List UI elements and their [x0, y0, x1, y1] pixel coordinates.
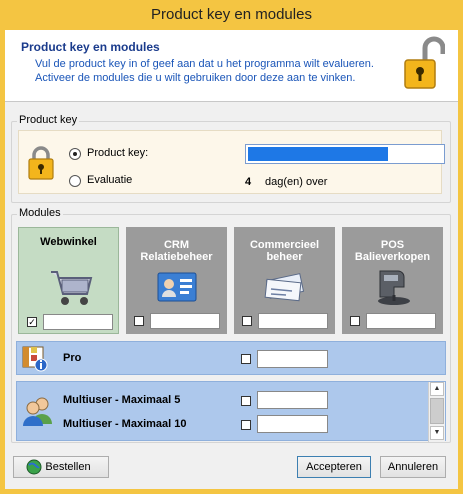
- product-key-radio-label: Product key:: [87, 147, 149, 159]
- multiuser-5-label: Multiuser - Maximaal 5: [63, 394, 181, 406]
- dialog-window: Product key en modules Product key en mo…: [0, 0, 463, 494]
- cheque-icon: [264, 273, 305, 302]
- evaluation-days-suffix: dag(en) over: [265, 176, 328, 188]
- module-checkbox-webwinkel[interactable]: ✓: [27, 317, 37, 327]
- header-description-line1: Vul de product key in of geef aan dat u …: [35, 58, 374, 70]
- module-tile-label-line1: CRM: [163, 239, 190, 251]
- multiuser-10-checkbox[interactable]: [241, 420, 251, 430]
- product-key-group-label: Product key: [17, 114, 80, 126]
- module-tile-pos[interactable]: POS Balieverkopen: [342, 227, 443, 334]
- shopping-cart-icon: [51, 271, 93, 305]
- product-key-radio[interactable]: [69, 148, 81, 160]
- scroll-thumb[interactable]: [430, 398, 444, 424]
- module-checkbox-pro[interactable]: [241, 354, 251, 364]
- module-code-input-commercieel[interactable]: [258, 313, 328, 329]
- multiuser-10-code-input[interactable]: [257, 415, 328, 433]
- order-button-label: Bestellen: [45, 461, 91, 473]
- evaluation-radio-label: Evaluatie: [87, 174, 133, 186]
- window-title: Product key en modules: [0, 0, 463, 30]
- module-code-input-pos[interactable]: [366, 313, 436, 329]
- header-title: Product key en modules: [21, 40, 160, 54]
- product-key-panel: Product key: Evaluatie 4 dag(en) over: [18, 130, 445, 194]
- contact-card-icon: [157, 272, 197, 302]
- padlock-open-icon: [404, 36, 445, 89]
- multiuser-scrollbar[interactable]: ▲ ▼: [428, 382, 445, 442]
- multiuser-5-code-input[interactable]: [257, 391, 328, 409]
- module-tile-label: POS Balieverkopen: [342, 239, 443, 263]
- module-tile-label: Commercieel beheer: [234, 239, 335, 263]
- module-tile-label: Webwinkel: [40, 236, 97, 248]
- multiuser-5-checkbox[interactable]: [241, 396, 251, 406]
- multiuser-10-label: Multiuser - Maximaal 10: [63, 418, 187, 430]
- grid-info-icon: [22, 346, 48, 372]
- evaluation-days-count: 4: [245, 176, 252, 188]
- product-key-group: Product key Product key: Evaluatie 4 dag…: [11, 114, 451, 203]
- module-code-input-webwinkel[interactable]: [43, 314, 113, 330]
- module-row-pro[interactable]: Pro: [16, 341, 446, 375]
- module-tile-label-line2: Relatiebeheer: [140, 251, 213, 263]
- dialog-client: Product key en modules Vul de product ke…: [5, 30, 458, 489]
- module-row-multiuser: Multiuser - Maximaal 5 Multiuser - Maxim…: [16, 381, 446, 442]
- cancel-button[interactable]: Annuleren: [380, 456, 446, 478]
- module-tile-label-line1: Commercieel: [249, 239, 320, 251]
- module-tile-label-line2: beheer: [266, 251, 303, 263]
- module-checkbox-pos[interactable]: [350, 316, 360, 326]
- evaluation-radio[interactable]: [69, 175, 81, 187]
- header-description-line2: Activeer de modules die u wilt gebruiken…: [35, 72, 356, 84]
- module-checkbox-crm[interactable]: [134, 316, 144, 326]
- scroll-up-button[interactable]: ▲: [430, 382, 444, 396]
- module-tile-label-line1: POS: [380, 239, 405, 251]
- scroll-down-button[interactable]: ▼: [430, 426, 444, 440]
- modules-group: Modules Webwinkel ✓ CRM Relatiebeheer Co…: [11, 207, 451, 443]
- modules-group-label: Modules: [17, 207, 63, 219]
- accept-button[interactable]: Accepteren: [297, 456, 371, 478]
- module-tile-webwinkel[interactable]: Webwinkel ✓: [18, 227, 119, 334]
- dialog-header: Product key en modules Vul de product ke…: [5, 30, 458, 102]
- module-code-input-crm[interactable]: [150, 313, 220, 329]
- module-tile-label-line2: Balieverkopen: [354, 251, 431, 263]
- module-tile-label: CRM Relatiebeheer: [126, 239, 227, 263]
- module-tile-crm[interactable]: CRM Relatiebeheer: [126, 227, 227, 334]
- module-checkbox-commercieel[interactable]: [242, 316, 252, 326]
- globe-icon: [26, 459, 42, 475]
- padlock-icon: [28, 146, 54, 180]
- product-key-selection: [248, 147, 388, 161]
- module-code-input-pro[interactable]: [257, 350, 328, 368]
- module-row-label: Pro: [63, 352, 82, 364]
- order-button[interactable]: Bestellen: [13, 456, 109, 478]
- module-tile-commercieel[interactable]: Commercieel beheer: [234, 227, 335, 334]
- product-key-input[interactable]: [245, 144, 445, 164]
- card-reader-icon: [378, 270, 410, 305]
- users-icon: [23, 397, 52, 426]
